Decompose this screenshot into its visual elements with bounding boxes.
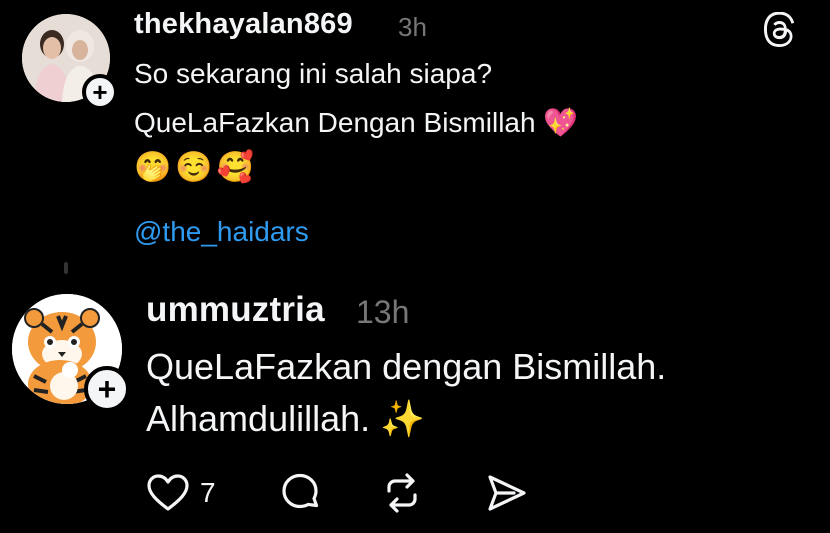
heart-icon [147,474,189,511]
share-send-icon [488,475,526,511]
reply-action-bar: 7 [146,470,566,516]
thread-connector-line [64,262,68,274]
reply-text-line: Alhamdulillah. ✨ [146,398,425,439]
plus-icon: + [97,371,117,407]
comment-bubble-icon [282,473,319,509]
comment-button[interactable] [278,470,322,516]
like-button[interactable]: 7 [146,470,216,516]
repost-icon [387,473,417,513]
threads-logo-icon[interactable] [762,12,798,48]
post-username[interactable]: thekhayalan869 [134,8,353,41]
share-button[interactable] [484,470,528,516]
follow-button[interactable]: + [84,366,130,412]
reply-text-line: QueLaFazkan dengan Bismillah. [146,346,667,387]
post-timestamp: 3h [398,12,427,42]
like-count: 7 [200,477,216,508]
post-text-line: QueLaFazkan Dengan Bismillah 💖 [134,107,579,138]
follow-button[interactable]: + [82,74,118,110]
plus-icon: + [92,77,108,107]
repost-button[interactable] [380,470,424,516]
reply-username[interactable]: ummuztria [146,290,325,330]
post-emoji-line: 🤭☺️🥰 [134,151,259,184]
reply-timestamp: 13h [356,294,410,330]
post-text-line: So sekarang ini salah siapa? [134,58,493,89]
threads-page: + thekhayalan869 3h So sekarang ini sala… [0,0,830,533]
mention-link[interactable]: @the_haidars [134,216,309,248]
